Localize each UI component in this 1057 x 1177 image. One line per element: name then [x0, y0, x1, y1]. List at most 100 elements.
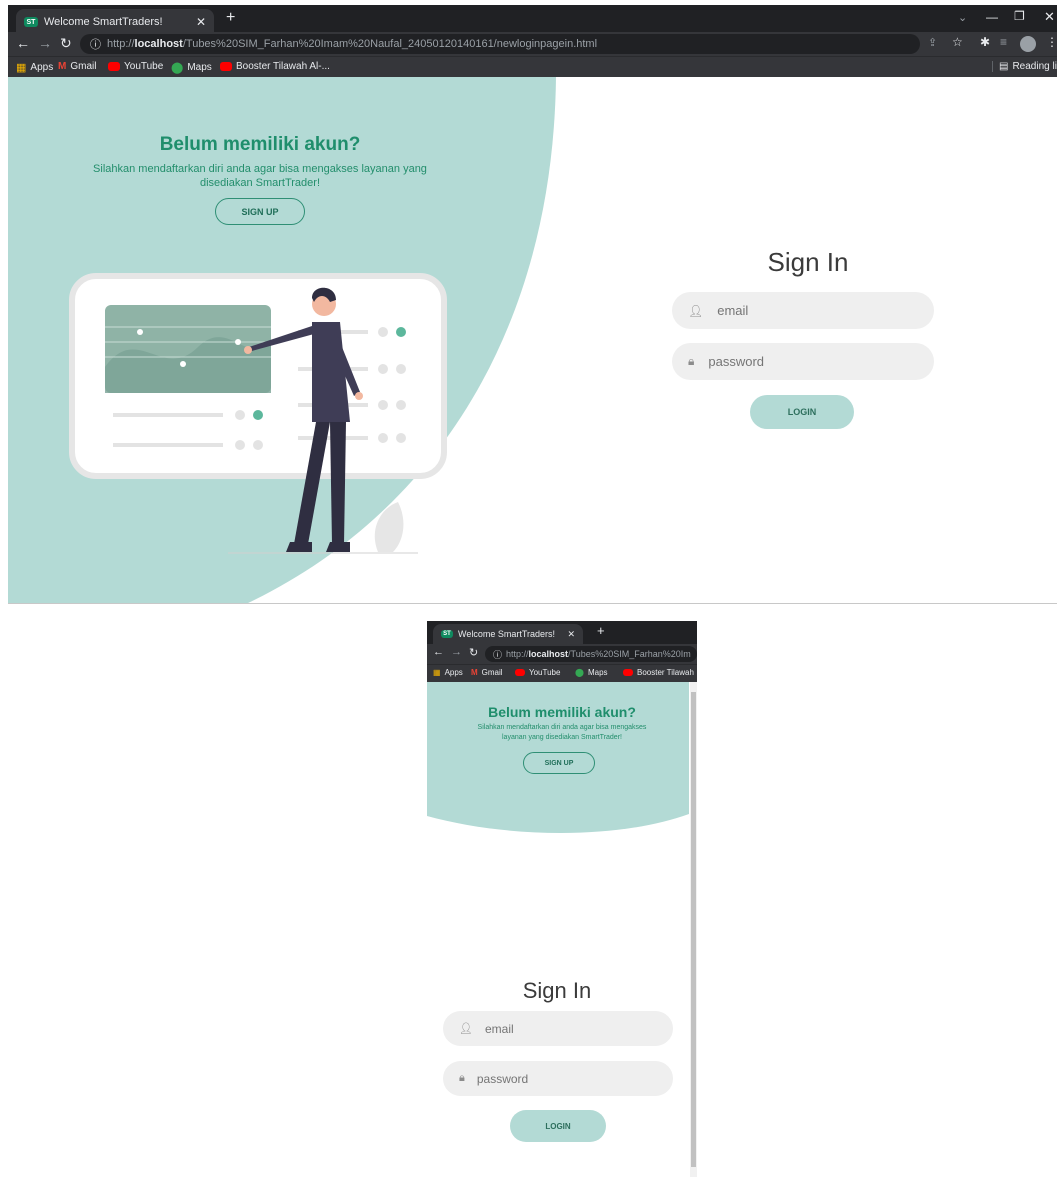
bookmark-label: Gmail — [481, 668, 503, 677]
bookmark-gmail[interactable]: M Gmail — [471, 668, 503, 677]
tab-search-icon[interactable]: ⌄ — [958, 11, 967, 24]
maps-pin-icon: ⬤ — [575, 668, 584, 677]
reading-mode-icon[interactable]: ≡ — [1000, 35, 1007, 49]
signin-title: Sign In — [522, 978, 592, 1003]
url-host: localhost — [528, 649, 569, 659]
favicon-icon: ST — [24, 17, 38, 27]
reload-icon[interactable]: ↻ — [469, 646, 478, 659]
page-area: Belum memiliki akun? Silahkan mendaftark… — [427, 682, 689, 1177]
bookmark-apps[interactable]: ▦ Apps — [433, 668, 463, 677]
bookmark-maps[interactable]: ⬤ Maps — [575, 668, 608, 677]
tab-title: Welcome SmartTraders! — [44, 16, 163, 28]
new-tab-icon[interactable]: + — [226, 9, 235, 27]
divider — [8, 603, 1057, 604]
bookmarks-bar: ▦ Apps M Gmail YouTube ⬤ Maps Booster Ti… — [8, 56, 1057, 77]
bookmark-label: Maps — [587, 668, 608, 677]
bookmark-label: YouTube — [124, 61, 164, 72]
narrow-screenshot: ST Welcome SmartTraders! ✕ + ← → ↻ ⓘ htt… — [427, 621, 697, 1177]
extensions-icon[interactable]: ✱ — [980, 35, 990, 49]
password-input[interactable] — [476, 1071, 637, 1086]
url-path: /Tubes%20SIM_Farhan%20Imam%20Naufal_2405… — [182, 38, 598, 50]
tab-bar: ST Welcome SmartTraders! ✕ + ⌄ — ❐ ✕ — [8, 5, 1057, 35]
signup-title: Belum memiliki akun? — [488, 704, 636, 720]
apps-grid-icon: ▦ — [433, 668, 441, 677]
tab-title: Welcome SmartTraders! — [458, 629, 556, 639]
browser-tab[interactable]: ST Welcome SmartTraders! ✕ — [433, 624, 583, 644]
new-tab-icon[interactable]: + — [597, 623, 605, 638]
login-button[interactable]: LOGIN — [510, 1110, 606, 1142]
url-input[interactable]: ⓘ http:// localhost /Tubes%20SIM_Farhan%… — [80, 34, 920, 54]
youtube-icon — [108, 62, 120, 71]
restore-icon[interactable]: ❐ — [1014, 9, 1025, 23]
bookmarks-bar: ▦ Apps M Gmail YouTube ⬤ Maps Booster Ti… — [427, 664, 697, 682]
email-field[interactable]: 👤︎ — [672, 292, 934, 329]
lock-icon: 🔒︎ — [459, 1072, 465, 1084]
bookmark-label: Booster Tilawah — [637, 668, 694, 677]
gmail-icon: M — [58, 61, 67, 72]
url-input[interactable]: ⓘ http:// localhost /Tubes%20SIM_Farhan%… — [485, 646, 697, 662]
lock-icon: 🔒︎ — [688, 354, 695, 368]
youtube-icon — [623, 669, 633, 676]
window-close-icon[interactable]: ✕ — [1044, 9, 1055, 25]
bookmark-label: Maps — [187, 62, 212, 73]
share-icon[interactable]: ⇪ — [928, 36, 937, 49]
reading-list[interactable]: ▤ Reading list — [992, 61, 1057, 72]
bookmark-apps[interactable]: ▦ Apps — [16, 61, 53, 74]
maps-pin-icon: ⬤ — [171, 62, 184, 74]
user-icon: 👤︎ — [688, 303, 704, 318]
profile-avatar[interactable] — [1020, 36, 1036, 52]
user-icon: 👤︎ — [459, 1023, 473, 1035]
close-tab-icon[interactable]: ✕ — [196, 15, 206, 29]
signup-description-line1: Silahkan mendaftarkan diri anda agar bis… — [93, 163, 427, 175]
reload-icon[interactable]: ↻ — [60, 35, 72, 52]
menu-icon[interactable]: ⋮ — [1046, 35, 1057, 49]
bookmark-youtube[interactable]: YouTube — [108, 61, 163, 72]
password-field[interactable]: 🔒︎ — [443, 1061, 673, 1096]
url-host: localhost — [134, 38, 183, 50]
email-input[interactable] — [484, 1021, 645, 1036]
forward-icon[interactable]: → — [451, 646, 462, 658]
forward-icon[interactable]: → — [38, 35, 52, 51]
signup-button[interactable]: SIGN UP — [215, 198, 305, 225]
info-icon[interactable]: ⓘ — [493, 648, 502, 661]
password-input[interactable] — [708, 354, 889, 369]
close-tab-icon[interactable]: ✕ — [567, 629, 575, 640]
bookmark-youtube[interactable]: YouTube — [515, 668, 560, 677]
url-path: /Tubes%20SIM_Farhan%20Im — [568, 649, 691, 659]
back-icon[interactable]: ← — [16, 35, 30, 51]
info-icon[interactable]: ⓘ — [90, 36, 101, 52]
desktop-screenshot: ST Welcome SmartTraders! ✕ + ⌄ — ❐ ✕ ← →… — [8, 5, 1057, 603]
bookmark-gmail[interactable]: M Gmail — [58, 61, 96, 72]
apps-grid-icon: ▦ — [16, 62, 27, 74]
gmail-icon: M — [471, 668, 478, 677]
address-bar-row: ← → ↻ ⓘ http:// localhost /Tubes%20SIM_F… — [427, 644, 697, 664]
email-field[interactable]: 👤︎ — [443, 1011, 673, 1046]
bookmark-maps[interactable]: ⬤ Maps — [171, 61, 212, 74]
address-bar-row: ← → ↻ ⓘ http:// localhost /Tubes%20SIM_F… — [8, 32, 1057, 56]
password-field[interactable]: 🔒︎ — [672, 343, 934, 380]
minimize-icon[interactable]: — — [986, 10, 998, 24]
email-input[interactable] — [717, 303, 898, 318]
signup-button[interactable]: SIGN UP — [523, 752, 595, 774]
signin-title: Sign In — [767, 247, 849, 277]
bookmark-label: YouTube — [529, 668, 561, 677]
dashboard-illustration — [69, 273, 447, 554]
reading-list-label: Reading list — [1012, 61, 1057, 72]
youtube-icon — [220, 62, 232, 71]
bookmark-booster[interactable]: Booster Tilawah — [623, 668, 694, 677]
vertical-scrollbar[interactable] — [690, 682, 697, 1177]
signup-title: Belum memiliki akun? — [159, 134, 361, 155]
bookmark-label: Apps — [30, 62, 54, 73]
url-prefix: http:// — [506, 649, 529, 659]
bookmark-label: Apps — [444, 668, 463, 677]
bookmark-star-icon[interactable]: ☆ — [952, 35, 963, 49]
bookmark-booster[interactable]: Booster Tilawah Al-... — [220, 61, 330, 72]
signup-description-line1: Silahkan mendaftarkan diri anda agar bis… — [477, 724, 647, 731]
signup-description-line2: layanan yang disediakan SmartTrader! — [502, 734, 622, 741]
tab-bar: ST Welcome SmartTraders! ✕ + — [427, 621, 697, 644]
scrollbar-thumb[interactable] — [691, 692, 696, 1167]
login-button[interactable]: LOGIN — [750, 395, 854, 429]
signup-description-line2: disediakan SmartTrader! — [199, 177, 321, 189]
favicon-icon: ST — [441, 630, 453, 638]
back-icon[interactable]: ← — [433, 646, 444, 658]
